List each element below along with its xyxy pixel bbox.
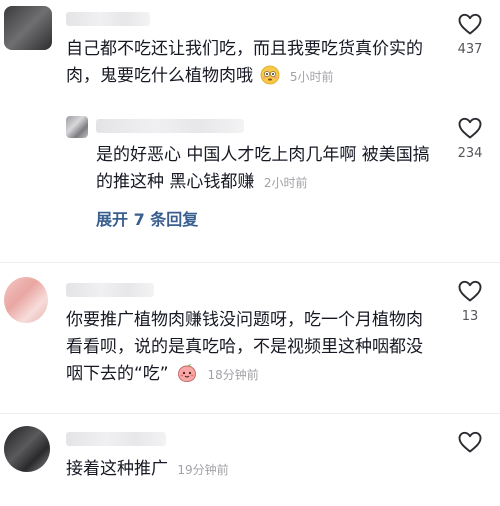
comment-time: 5小时前 [289, 70, 334, 84]
like-button[interactable]: 437 [450, 12, 490, 57]
like-button[interactable] [450, 430, 490, 460]
comment-body: 自己都不吃还让我们吃，而且我要吃货真价实的肉，鬼要吃什么植物肉哦 [66, 39, 423, 86]
like-button[interactable]: 13 [450, 279, 490, 324]
reply-body: 是的好恶心 中国人才吃上肉几年啊 被美国搞的推这种 黑心钱都赚 [96, 145, 430, 192]
comment-time: 19分钟前 [177, 463, 229, 477]
avatar[interactable] [4, 6, 52, 50]
reply-like-count: 234 [457, 146, 483, 161]
like-count: 13 [461, 309, 479, 324]
comment-3: 接着这种推广 19分钟前 [0, 414, 500, 506]
heart-outline-icon [458, 13, 482, 35]
heart-outline-icon [458, 117, 482, 139]
comment-2: 你要推广植物肉赚钱没问题呀，吃一个月植物肉看看呗，说的是真吃哈，不是视频里这种咽… [0, 263, 500, 413]
peach-face-emoji [176, 363, 198, 392]
avatar[interactable] [4, 277, 48, 323]
like-count: 437 [457, 42, 483, 57]
reply-text: 是的好恶心 中国人才吃上肉几年啊 被美国搞的推这种 黑心钱都赚 2小时前 [96, 142, 446, 197]
comment-text: 你要推广植物肉赚钱没问题呀，吃一个月植物肉看看呗，说的是真吃哈，不是视频里这种咽… [66, 307, 436, 392]
heart-outline-icon [458, 431, 482, 453]
username-blurred[interactable] [66, 432, 166, 446]
username-blurred[interactable] [66, 12, 150, 26]
comment-text: 接着这种推广 19分钟前 [66, 456, 436, 484]
reply-username-blurred[interactable] [96, 119, 244, 133]
comment-1: 自己都不吃还让我们吃，而且我要吃货真价实的肉，鬼要吃什么植物肉哦 5小时前 43… [0, 0, 500, 260]
comment-body: 接着这种推广 [66, 459, 168, 479]
expand-replies-button[interactable]: 展开 7 条回复 [96, 206, 198, 230]
reply-like-button[interactable]: 234 [450, 116, 490, 161]
flushed-face-emoji [260, 65, 280, 94]
reply-time: 2小时前 [263, 176, 308, 190]
comment-time: 18分钟前 [207, 368, 259, 382]
avatar[interactable] [4, 426, 50, 472]
reply-avatar[interactable] [66, 116, 88, 138]
username-blurred[interactable] [66, 283, 154, 297]
comment-text: 自己都不吃还让我们吃，而且我要吃货真价实的肉，鬼要吃什么植物肉哦 5小时前 [66, 36, 446, 94]
heart-outline-icon [458, 280, 482, 302]
